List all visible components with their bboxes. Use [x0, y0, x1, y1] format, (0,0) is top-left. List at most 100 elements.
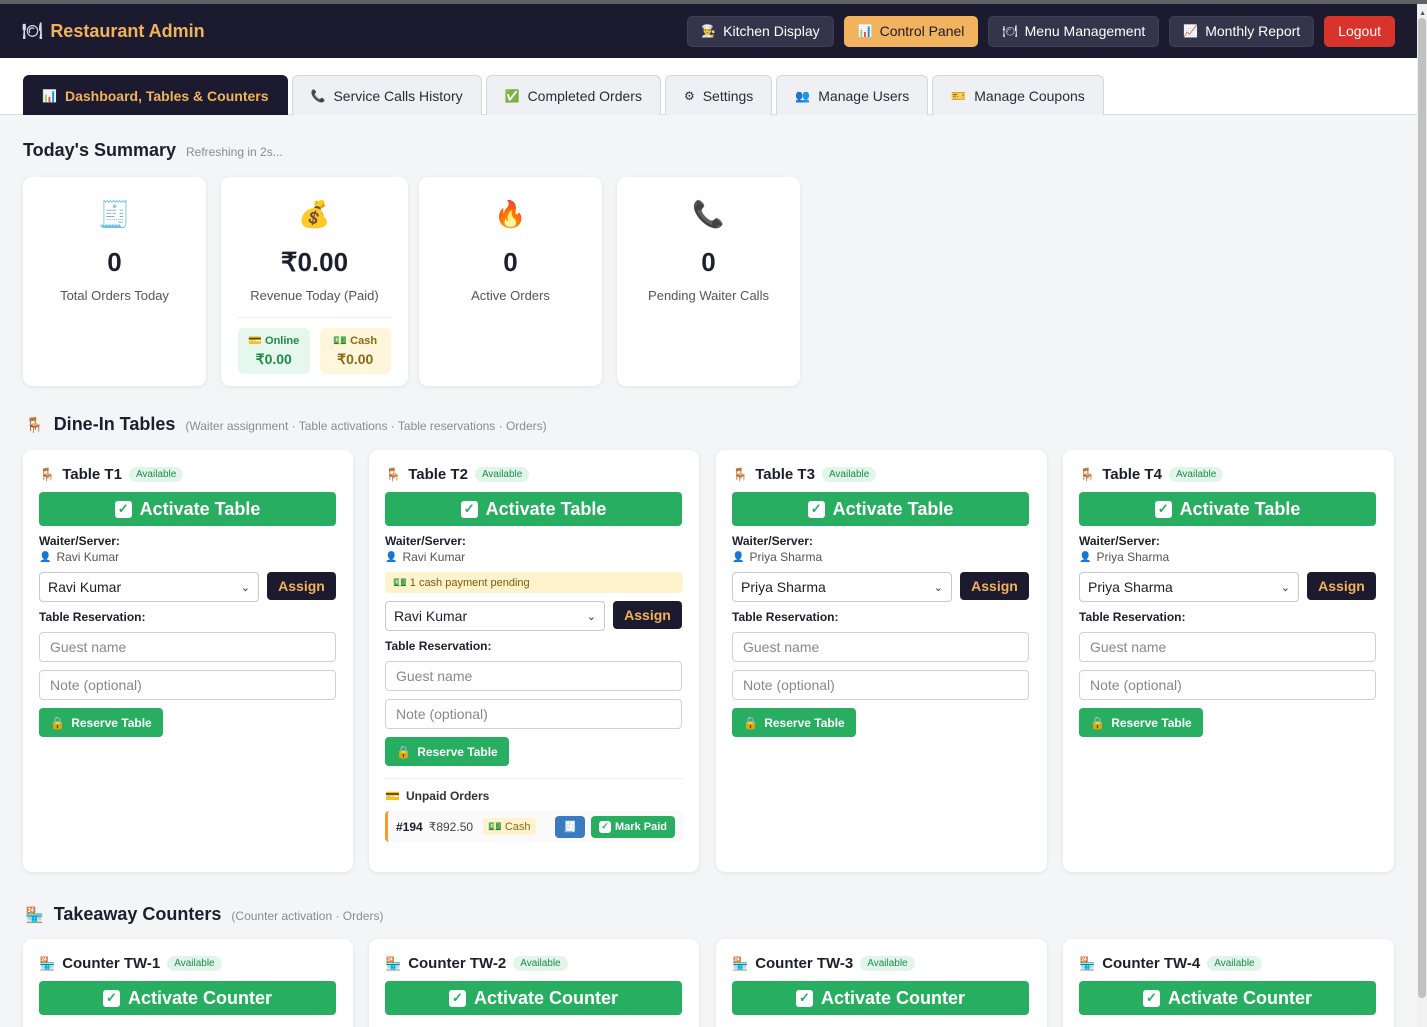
lock-icon: 🔒 [396, 744, 412, 759]
tab-completed-orders[interactable]: ✅ Completed Orders [485, 75, 661, 115]
activate-counter-button[interactable]: ✓ Activate Counter [385, 981, 682, 1015]
check-icon: ✓ [448, 989, 466, 1007]
check-icon: ✓ [114, 500, 132, 518]
activate-label: Activate Table [139, 498, 261, 519]
tab-dashboard[interactable]: 📊 Dashboard, Tables & Counters [23, 75, 288, 115]
menu-management-button[interactable]: 🍽 Menu Management [988, 15, 1160, 47]
note-input[interactable]: Note (optional) [39, 670, 336, 700]
tab-manage-coupons[interactable]: 🎫 Manage Coupons [932, 75, 1104, 115]
logout-button[interactable]: Logout [1324, 15, 1395, 47]
pending-text: 1 cash payment pending [409, 577, 530, 589]
summary-header: Today's Summary Refreshing in 2s... [23, 140, 283, 161]
header-nav: 👨‍🍳 Kitchen Display 📊 Control Panel 🍽 Menu … [687, 15, 1395, 47]
receipt-button[interactable]: 🧾 [555, 815, 585, 838]
reserve-label: Reserve Table [71, 715, 152, 730]
reserve-table-button[interactable]: 🔒 Reserve Table [1079, 708, 1203, 737]
table-name: Table T1 [62, 466, 122, 483]
monthly-report-label: Monthly Report [1205, 23, 1301, 39]
mark-paid-button[interactable]: ✓ Mark Paid [591, 815, 675, 838]
table-card-t2: 🪑 Table T2 Available ✓ Activate Table Wai… [369, 450, 699, 872]
activate-counter-button[interactable]: ✓ Activate Counter [1079, 981, 1376, 1015]
waiter-select[interactable]: Priya Sharma ⌄ [732, 572, 952, 602]
activate-table-button[interactable]: ✓ Activate Table [39, 492, 336, 526]
tab-completed-orders-label: Completed Orders [527, 87, 642, 104]
waiter-select-value: Priya Sharma [1088, 579, 1173, 595]
status-badge: Available [1168, 467, 1224, 482]
table-card-t1: 🪑 Table T1 Available ✓ Activate Table Wai… [23, 450, 353, 872]
counter-name: Counter TW-3 [755, 955, 854, 972]
scrollbar[interactable]: ▲ [1417, 4, 1427, 1027]
scrollbar-thumb[interactable] [1418, 18, 1426, 998]
assign-button[interactable]: Assign [1307, 572, 1376, 600]
reserve-table-button[interactable]: 🔒 Reserve Table [39, 708, 163, 737]
tab-service-calls-label: Service Calls History [333, 87, 463, 104]
note-input[interactable]: Note (optional) [732, 670, 1029, 700]
check-icon: ✓ [1154, 500, 1172, 518]
guest-name-input[interactable]: Guest name [732, 632, 1029, 662]
stat-label: Pending Waiter Calls [648, 288, 769, 303]
phone-icon: 📞 [310, 88, 326, 103]
online-payment: 💳 Online ₹0.00 [238, 328, 310, 374]
activate-counter-button[interactable]: ✓ Activate Counter [39, 981, 336, 1015]
takeaway-header: 🏪 Takeaway Counters (Counter activation … [25, 904, 383, 925]
activate-table-button[interactable]: ✓ Activate Table [732, 492, 1029, 526]
waiter-select[interactable]: Ravi Kumar ⌄ [39, 572, 259, 602]
stat-label: Total Orders Today [60, 288, 169, 303]
person-icon: 👤 [385, 551, 398, 563]
counter-name: Counter TW-2 [408, 955, 507, 972]
scroll-up-icon[interactable]: ▲ [1419, 10, 1426, 17]
kitchen-display-button[interactable]: 👨‍🍳 Kitchen Display [687, 15, 834, 47]
waiter-label: Waiter/Server: [385, 534, 466, 548]
note-input[interactable]: Note (optional) [385, 699, 682, 729]
stat-label: Revenue Today (Paid) [250, 288, 379, 303]
monthly-report-button[interactable]: 📈 Monthly Report [1169, 15, 1315, 47]
cash-icon: 💵 [333, 335, 348, 347]
waiter-select[interactable]: Priya Sharma ⌄ [1079, 572, 1299, 602]
tab-manage-coupons-label: Manage Coupons [974, 87, 1085, 104]
stat-value: 0 [701, 247, 716, 277]
waiter-select-value: Ravi Kumar [394, 608, 468, 624]
chevron-down-icon: ⌄ [240, 581, 250, 594]
reserve-table-button[interactable]: 🔒 Reserve Table [385, 737, 509, 766]
guest-name-input[interactable]: Guest name [385, 661, 682, 691]
guest-name-input[interactable]: Guest name [1079, 632, 1376, 662]
tab-dashboard-label: Dashboard, Tables & Counters [64, 87, 269, 104]
reserve-table-button[interactable]: 🔒 Reserve Table [732, 708, 856, 737]
stat-label: Active Orders [471, 288, 550, 303]
tab-service-calls[interactable]: 📞 Service Calls History [291, 75, 482, 115]
table-card-t3: 🪑 Table T3 Available ✓ Activate Table Wai… [716, 450, 1047, 872]
payment-method: Cash [504, 821, 531, 833]
waiter-label: Waiter/Server: [1079, 534, 1160, 548]
control-panel-button[interactable]: 📊 Control Panel [843, 15, 979, 47]
waiter-label: Waiter/Server: [732, 534, 813, 548]
tab-manage-users[interactable]: 👥 Manage Users [776, 75, 929, 115]
chef-icon: 👨‍🍳 [701, 24, 717, 38]
person-icon: 👤 [39, 551, 52, 563]
reserve-label: Reserve Table [764, 715, 845, 730]
activate-label: Activate Counter [127, 987, 273, 1008]
shop-icon: 🏪 [39, 955, 56, 971]
takeaway-title: Takeaway Counters [53, 904, 222, 924]
summary-title: Today's Summary [23, 140, 176, 160]
activate-table-button[interactable]: ✓ Activate Table [1079, 492, 1376, 526]
pending-payment-notice: 💵 1 cash payment pending [385, 572, 683, 593]
tab-manage-users-label: Manage Users [818, 87, 910, 104]
waiter-select[interactable]: Ravi Kumar ⌄ [385, 601, 605, 631]
takeaway-subtitle: (Counter activation · Orders) [231, 909, 384, 923]
stat-total-orders: 🧾 0 Total Orders Today [23, 177, 206, 386]
note-input[interactable]: Note (optional) [1079, 670, 1376, 700]
assign-button[interactable]: Assign [267, 572, 336, 600]
table-name: Table T3 [755, 466, 815, 483]
lock-icon: 🔒 [743, 715, 759, 730]
activate-table-button[interactable]: ✓ Activate Table [385, 492, 682, 526]
activate-counter-button[interactable]: ✓ Activate Counter [732, 981, 1029, 1015]
tab-settings[interactable]: ⚙ Settings [664, 75, 773, 115]
guest-name-input[interactable]: Guest name [39, 632, 336, 662]
counter-card-tw2: 🏪 Counter TW-2 Available ✓ Activate Count… [369, 939, 699, 1027]
assign-button[interactable]: Assign [960, 572, 1029, 600]
stat-revenue: 💰 ₹0.00 Revenue Today (Paid) 💳 Online ₹0… [221, 177, 408, 386]
payment-method-tag: 💵 Cash [483, 818, 536, 835]
payment-split: 💳 Online ₹0.00 💵 Cash ₹0.00 [238, 317, 391, 374]
assign-button[interactable]: Assign [613, 601, 682, 629]
activate-label: Activate Counter [1167, 987, 1313, 1008]
